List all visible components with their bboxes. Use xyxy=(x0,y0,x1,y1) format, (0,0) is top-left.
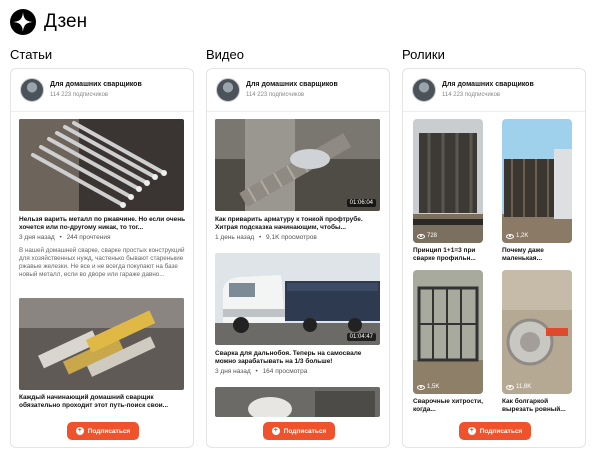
short-views: 11,8K xyxy=(506,384,531,390)
article-meta: 3 дня назад • 244 прочтения xyxy=(19,234,110,242)
author-subscribers: 114 223 подписчиков xyxy=(246,92,305,98)
brand-name[interactable]: Дзен xyxy=(44,11,87,33)
video-thumbnail[interactable]: 01:04:47 xyxy=(215,253,380,345)
short-views: 728 xyxy=(417,233,437,239)
subscribe-button[interactable]: + Подписаться xyxy=(67,422,139,440)
meta-separator: • xyxy=(255,368,258,375)
divider xyxy=(207,111,389,112)
meta-separator: • xyxy=(258,234,262,241)
short-title[interactable]: Как болгаркой вырезать ровный... xyxy=(502,398,576,414)
short-thumbnail[interactable]: 11,8K xyxy=(502,270,572,394)
video-duration: 01:04:47 xyxy=(346,333,376,341)
subscribe-label: Подписаться xyxy=(283,427,327,435)
video-meta: 1 день назад • 9,1K просмотров xyxy=(215,234,317,242)
article-thumbnail[interactable] xyxy=(19,298,184,390)
video-thumbnail[interactable] xyxy=(215,387,380,417)
eye-icon xyxy=(506,384,514,390)
eye-icon xyxy=(417,233,425,239)
video-meta: 3 дня назад • 164 просмотра xyxy=(215,368,307,376)
author-subscribers: 114 223 подписчиков xyxy=(50,92,109,98)
article-date: 3 дня назад xyxy=(19,234,55,241)
eye-icon xyxy=(417,384,425,390)
subscribe-label: Подписаться xyxy=(479,427,523,435)
video-date: 3 дня назад xyxy=(215,368,251,375)
shorts-column: Ролики Для домашних сварщиков 114 223 по… xyxy=(402,47,586,448)
short-title[interactable]: Сварочные хитрости, когда... xyxy=(413,398,487,414)
author-block[interactable]: Для домашних сварщиков 114 223 подписчик… xyxy=(412,77,534,103)
articles-title: Статьи xyxy=(10,47,53,62)
short-thumbnail[interactable]: 1,5K xyxy=(413,270,483,394)
avatar[interactable] xyxy=(20,78,44,102)
subscribe-button[interactable]: + Подписаться xyxy=(263,422,335,440)
header: Дзен xyxy=(10,9,87,35)
video-title[interactable]: Сварка для дальнобоя. Теперь на самосвал… xyxy=(215,350,383,366)
videos-title: Видео xyxy=(206,47,244,62)
author-name[interactable]: Для домашних сварщиков xyxy=(442,80,534,89)
article-title[interactable]: Нельзя варить металл по ржавчине. Но есл… xyxy=(19,216,187,232)
eye-icon xyxy=(506,233,514,239)
video-duration: 01:06:04 xyxy=(346,199,376,207)
author-block[interactable]: Для домашних сварщиков 114 223 подписчик… xyxy=(216,77,338,103)
short-thumbnail[interactable]: 1,2K xyxy=(502,119,572,243)
article-description[interactable]: В нашей домашней сварке, сварке простых … xyxy=(19,247,187,279)
article-title[interactable]: Каждый начинающий домашний сварщик обяза… xyxy=(19,394,187,410)
video-title[interactable]: Как приварить арматуру к тонкой профтруб… xyxy=(215,216,383,232)
author-name[interactable]: Для домашних сварщиков xyxy=(246,80,338,89)
author-subscribers: 114 223 подписчиков xyxy=(442,92,501,98)
article-reads: 244 прочтения xyxy=(66,234,111,241)
video-thumbnail[interactable]: 01:06:04 xyxy=(215,119,380,211)
short-views: 1,2K xyxy=(506,233,528,239)
avatar[interactable] xyxy=(216,78,240,102)
author-block[interactable]: Для домашних сварщиков 114 223 подписчик… xyxy=(20,77,142,103)
short-title[interactable]: Принцип 1+1=3 при сварке профильн... xyxy=(413,247,487,263)
short-views: 1,5K xyxy=(417,384,439,390)
subscribe-label: Подписаться xyxy=(87,427,131,435)
shorts-card: Для домашних сварщиков 114 223 подписчик… xyxy=(402,68,586,448)
plus-icon: + xyxy=(75,427,84,435)
avatar[interactable] xyxy=(412,78,436,102)
short-thumbnail[interactable]: 728 xyxy=(413,119,483,243)
video-date: 1 день назад xyxy=(215,234,255,241)
video-views: 9,1K просмотров xyxy=(266,234,317,241)
meta-separator: • xyxy=(59,234,62,241)
video-views: 164 просмотра xyxy=(262,368,308,375)
plus-icon: + xyxy=(467,427,476,435)
divider xyxy=(11,111,193,112)
videos-card: Для домашних сварщиков 114 223 подписчик… xyxy=(206,68,390,448)
divider xyxy=(403,111,585,112)
articles-card: Для домашних сварщиков 114 223 подписчик… xyxy=(10,68,194,448)
zen-logo-icon[interactable] xyxy=(10,9,36,35)
article-thumbnail[interactable] xyxy=(19,119,184,211)
subscribe-button[interactable]: + Подписаться xyxy=(459,422,531,440)
author-name[interactable]: Для домашних сварщиков xyxy=(50,80,142,89)
plus-icon: + xyxy=(271,427,280,435)
videos-column: Видео Для домашних сварщиков 114 223 под… xyxy=(206,47,390,448)
articles-column: Статьи Для домашних сварщиков 114 223 по… xyxy=(10,47,194,448)
shorts-title: Ролики xyxy=(402,47,445,62)
short-title[interactable]: Почему даже маленькая... xyxy=(502,247,576,263)
